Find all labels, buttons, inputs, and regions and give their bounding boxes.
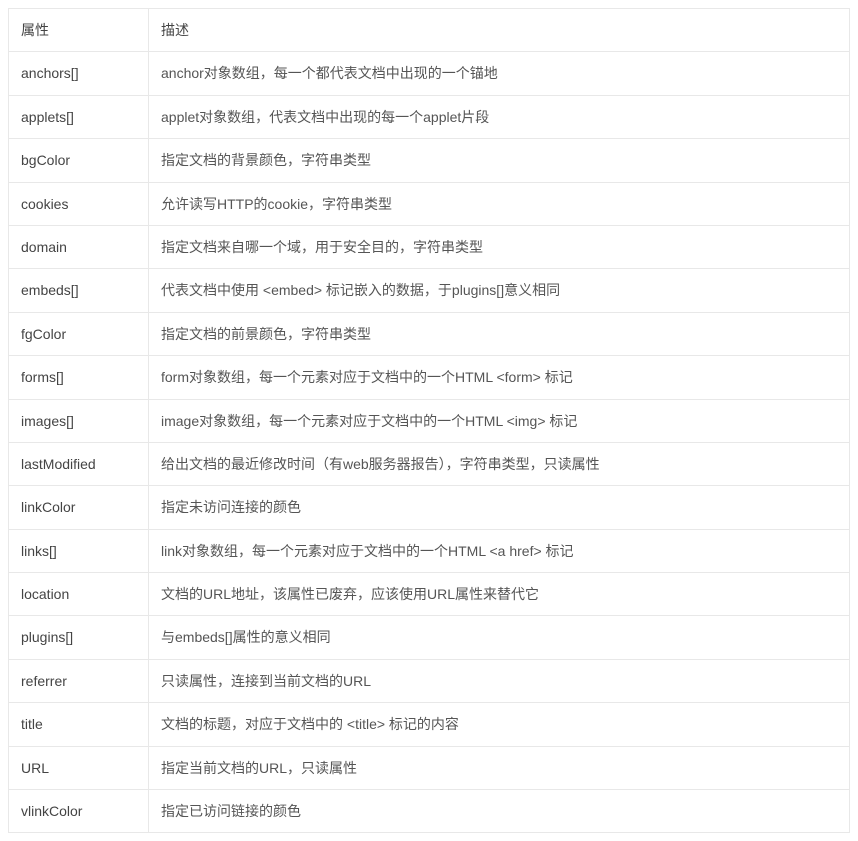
table-row: links[] link对象数组，每一个元素对应于文档中的一个HTML <a h…	[9, 529, 850, 572]
cell-desc: 代表文档中使用 <embed> 标记嵌入的数据，于plugins[]意义相同	[149, 269, 850, 312]
header-description: 描述	[149, 9, 850, 52]
cell-attr: fgColor	[9, 312, 149, 355]
cell-attr: domain	[9, 225, 149, 268]
header-attribute: 属性	[9, 9, 149, 52]
cell-attr: images[]	[9, 399, 149, 442]
table-row: forms[] form对象数组，每一个元素对应于文档中的一个HTML <for…	[9, 356, 850, 399]
cell-attr: applets[]	[9, 95, 149, 138]
cell-attr: linkColor	[9, 486, 149, 529]
table-row: anchors[] anchor对象数组，每一个都代表文档中出现的一个锚地	[9, 52, 850, 95]
cell-desc: 指定文档的背景颜色，字符串类型	[149, 139, 850, 182]
table-row: bgColor 指定文档的背景颜色，字符串类型	[9, 139, 850, 182]
table-row: embeds[] 代表文档中使用 <embed> 标记嵌入的数据，于plugin…	[9, 269, 850, 312]
table-row: lastModified 给出文档的最近修改时间（有web服务器报告），字符串类…	[9, 442, 850, 485]
table-row: cookies 允许读写HTTP的cookie，字符串类型	[9, 182, 850, 225]
cell-attr: bgColor	[9, 139, 149, 182]
table-row: URL 指定当前文档的URL，只读属性	[9, 746, 850, 789]
cell-attr: cookies	[9, 182, 149, 225]
properties-table: 属性 描述 anchors[] anchor对象数组，每一个都代表文档中出现的一…	[8, 8, 850, 833]
table-row: linkColor 指定未访问连接的颜色	[9, 486, 850, 529]
cell-desc: anchor对象数组，每一个都代表文档中出现的一个锚地	[149, 52, 850, 95]
cell-desc: 指定文档的前景颜色，字符串类型	[149, 312, 850, 355]
cell-desc: 指定当前文档的URL，只读属性	[149, 746, 850, 789]
cell-attr: vlinkColor	[9, 790, 149, 833]
cell-desc: 只读属性，连接到当前文档的URL	[149, 659, 850, 702]
table-row: images[] image对象数组，每一个元素对应于文档中的一个HTML <i…	[9, 399, 850, 442]
cell-attr: anchors[]	[9, 52, 149, 95]
cell-desc: 与embeds[]属性的意义相同	[149, 616, 850, 659]
cell-attr: embeds[]	[9, 269, 149, 312]
table-row: vlinkColor 指定已访问链接的颜色	[9, 790, 850, 833]
cell-attr: location	[9, 573, 149, 616]
cell-attr: links[]	[9, 529, 149, 572]
cell-desc: 文档的标题，对应于文档中的 <title> 标记的内容	[149, 703, 850, 746]
cell-attr: plugins[]	[9, 616, 149, 659]
cell-attr: forms[]	[9, 356, 149, 399]
table-row: fgColor 指定文档的前景颜色，字符串类型	[9, 312, 850, 355]
cell-desc: 给出文档的最近修改时间（有web服务器报告），字符串类型，只读属性	[149, 442, 850, 485]
table-row: referrer 只读属性，连接到当前文档的URL	[9, 659, 850, 702]
cell-desc: applet对象数组，代表文档中出现的每一个applet片段	[149, 95, 850, 138]
cell-desc: 指定已访问链接的颜色	[149, 790, 850, 833]
cell-desc: form对象数组，每一个元素对应于文档中的一个HTML <form> 标记	[149, 356, 850, 399]
table-body: anchors[] anchor对象数组，每一个都代表文档中出现的一个锚地 ap…	[9, 52, 850, 833]
table-row: applets[] applet对象数组，代表文档中出现的每一个applet片段	[9, 95, 850, 138]
cell-attr: URL	[9, 746, 149, 789]
cell-desc: image对象数组，每一个元素对应于文档中的一个HTML <img> 标记	[149, 399, 850, 442]
table-row: plugins[] 与embeds[]属性的意义相同	[9, 616, 850, 659]
cell-desc: 指定未访问连接的颜色	[149, 486, 850, 529]
table-row: domain 指定文档来自哪一个域，用于安全目的，字符串类型	[9, 225, 850, 268]
cell-desc: 文档的URL地址，该属性已废弃，应该使用URL属性来替代它	[149, 573, 850, 616]
cell-attr: referrer	[9, 659, 149, 702]
cell-attr: title	[9, 703, 149, 746]
table-row: location 文档的URL地址，该属性已废弃，应该使用URL属性来替代它	[9, 573, 850, 616]
cell-desc: 允许读写HTTP的cookie，字符串类型	[149, 182, 850, 225]
table-header-row: 属性 描述	[9, 9, 850, 52]
table-row: title 文档的标题，对应于文档中的 <title> 标记的内容	[9, 703, 850, 746]
cell-desc: 指定文档来自哪一个域，用于安全目的，字符串类型	[149, 225, 850, 268]
cell-attr: lastModified	[9, 442, 149, 485]
cell-desc: link对象数组，每一个元素对应于文档中的一个HTML <a href> 标记	[149, 529, 850, 572]
